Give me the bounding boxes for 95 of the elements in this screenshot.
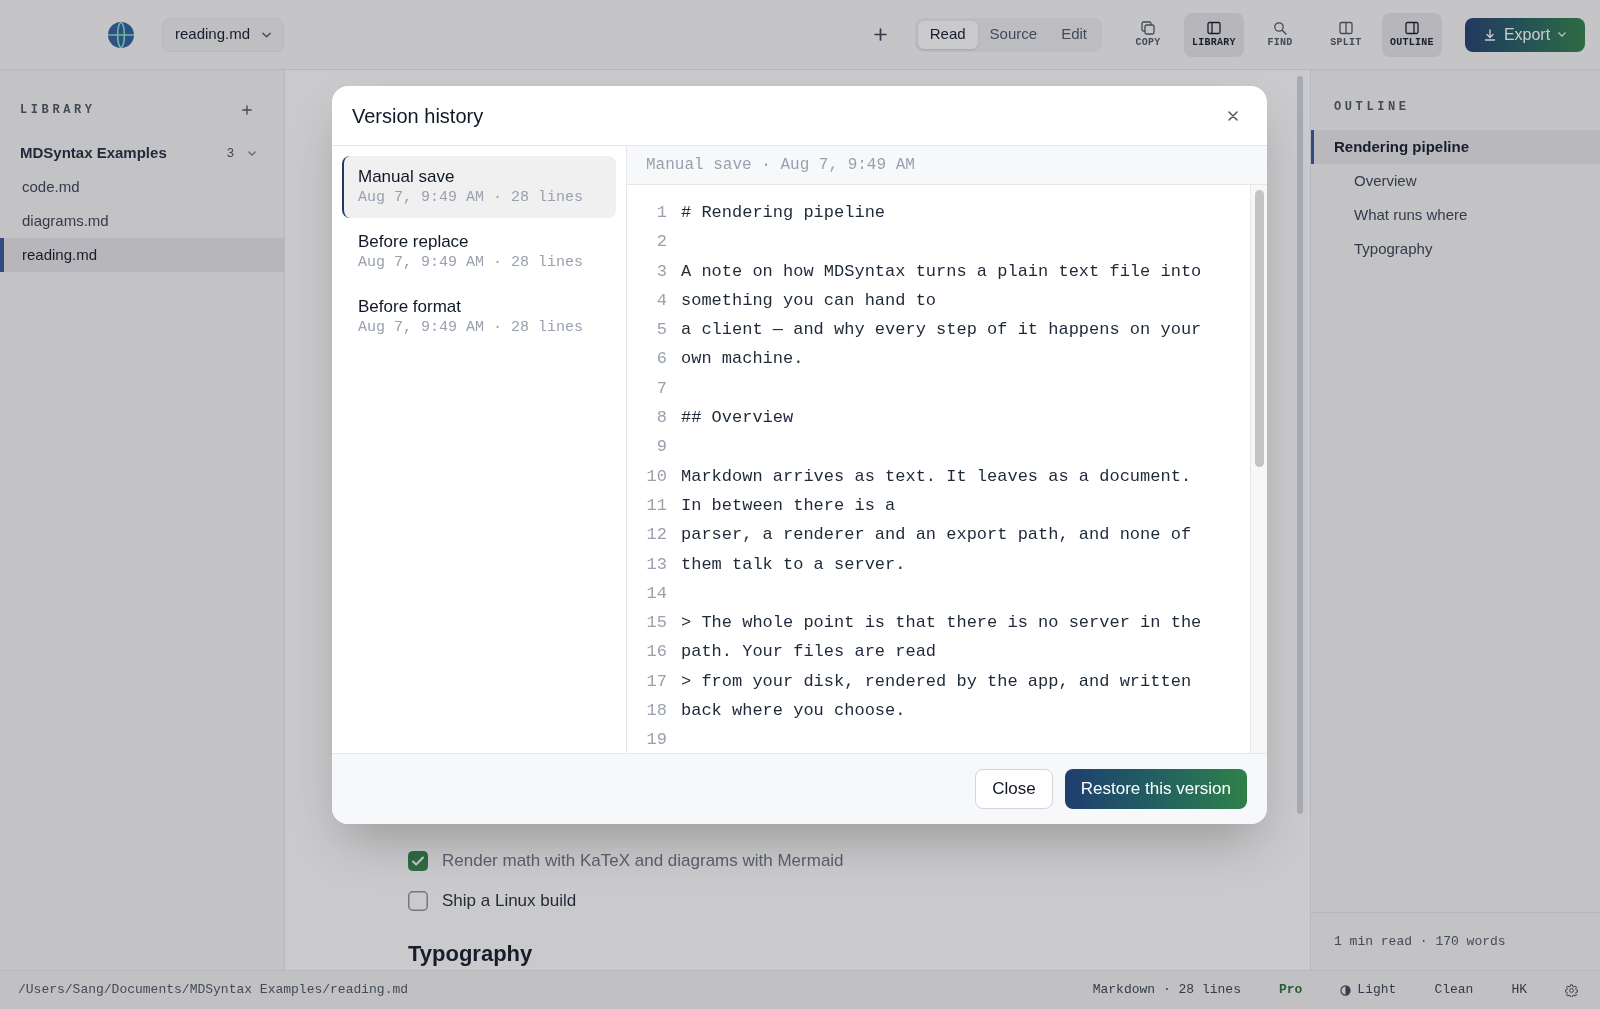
- split-view-icon[interactable]: [1339, 21, 1353, 35]
- code-line: parser, a renderer and an export path, and none of: [681, 524, 1192, 547]
- line-number: 10: [645, 465, 667, 488]
- code-line: ## Overview: [681, 407, 794, 430]
- line-number: 18: [645, 700, 667, 723]
- sidebar-heading: LIBRARY: [20, 102, 96, 119]
- line-number: 13: [645, 553, 667, 576]
- line-number: 5: [655, 319, 667, 342]
- version-item[interactable]: Manual save Aug 7, 9:49 AM · 28 lines: [342, 156, 616, 218]
- version-item[interactable]: Before format Aug 7, 9:49 AM · 28 lines: [342, 286, 616, 348]
- preview-header: Manual save · Aug 7, 9:49 AM: [646, 155, 915, 176]
- toolbar-button[interactable]: SPLIT: [1316, 12, 1376, 57]
- chevron-down-icon[interactable]: [262, 31, 272, 38]
- code-line: path. Your files are read: [681, 641, 937, 664]
- outline-item[interactable]: Rendering pipeline: [1311, 130, 1600, 164]
- code-line: them talk to a server.: [681, 553, 906, 576]
- globe-logo-icon: [106, 19, 136, 50]
- close-icon[interactable]: [1228, 110, 1238, 121]
- version-meta: Aug 7, 9:49 AM · 28 lines: [358, 319, 585, 338]
- code-line: a client — and why every step of it happens on your: [681, 319, 1202, 342]
- version-meta: Aug 7, 9:49 AM · 28 lines: [358, 189, 585, 208]
- line-number: 8: [655, 407, 667, 430]
- export-button[interactable]: Export: [1465, 17, 1585, 52]
- mode-tab[interactable]: Source: [977, 20, 1050, 49]
- code-line: > The whole point is that there is no server in the: [681, 612, 1202, 635]
- sidebar-panel-icon[interactable]: [1207, 21, 1221, 35]
- version-title: Before replace: [358, 231, 470, 253]
- toolbar-button[interactable]: COPY: [1118, 12, 1178, 57]
- code-line: back where you choose.: [681, 700, 906, 723]
- task-text: Ship a Linux build: [442, 890, 577, 913]
- close-button[interactable]: Close: [975, 769, 1053, 809]
- line-number: 4: [655, 289, 667, 312]
- status-text: Clean: [1434, 981, 1474, 1000]
- checkbox[interactable]: [408, 851, 428, 871]
- line-number: 16: [645, 641, 667, 664]
- chevron-icon[interactable]: [248, 150, 256, 156]
- code-line: # Rendering pipeline: [681, 202, 886, 224]
- outline-item[interactable]: What runs where: [1311, 198, 1600, 232]
- line-number: 14: [645, 582, 667, 605]
- scrollbar[interactable]: [1254, 190, 1264, 467]
- line-number: 17: [645, 670, 667, 693]
- status-text: HK: [1511, 981, 1527, 1000]
- document-tab[interactable]: reading.md: [162, 17, 285, 52]
- line-number: 19: [645, 729, 667, 752]
- line-number: 7: [655, 377, 667, 400]
- scrollbar[interactable]: [1297, 76, 1303, 814]
- version-item[interactable]: Before replace Aug 7, 9:49 AM · 28 lines: [342, 221, 616, 283]
- file-item[interactable]: diagrams.md: [0, 204, 284, 238]
- line-number: 2: [655, 231, 667, 254]
- new-tab-plus-icon[interactable]: [873, 28, 887, 41]
- toolbar-button[interactable]: LIBRARY: [1184, 12, 1244, 57]
- file-item[interactable]: code.md: [0, 170, 284, 204]
- version-title: Before format: [358, 296, 462, 318]
- code-line: Markdown arrives as text. It leaves as a document.: [681, 465, 1192, 488]
- right-panel-icon[interactable]: [1405, 21, 1419, 35]
- mode-tab[interactable]: Edit: [1049, 20, 1099, 49]
- line-number: 9: [655, 436, 667, 459]
- outline-item[interactable]: Overview: [1311, 164, 1600, 198]
- copy-icon[interactable]: [1141, 21, 1155, 35]
- theme-toggle[interactable]: Light: [1340, 980, 1397, 1000]
- line-number: 15: [645, 612, 667, 635]
- code-line: own machine.: [681, 348, 804, 371]
- outline-item[interactable]: Typography: [1311, 232, 1600, 266]
- add-plus-icon[interactable]: [242, 105, 252, 115]
- plan-label: Pro: [1278, 981, 1303, 1000]
- dialog-title: Version history: [352, 103, 484, 129]
- download-icon[interactable]: [1483, 28, 1496, 41]
- code-line: In between there is a: [681, 494, 896, 517]
- restore-button[interactable]: Restore this version: [1064, 769, 1247, 809]
- line-number: 6: [655, 348, 667, 371]
- checkbox[interactable]: [408, 891, 428, 911]
- half-circle-icon[interactable]: [1340, 984, 1352, 996]
- version-title: Manual save: [358, 166, 456, 188]
- code-line: something you can hand to: [681, 289, 937, 312]
- line-number: 12: [645, 524, 667, 547]
- section-heading: Typography: [408, 941, 534, 967]
- code-line: > from your disk, rendered by the app, and written: [681, 670, 1192, 693]
- reading-stats: 1 min read · 170 words: [1334, 932, 1506, 951]
- line-number: 3: [655, 260, 667, 283]
- status-text: Markdown · 28 lines: [1092, 981, 1241, 1000]
- mode-tab[interactable]: Read: [917, 20, 978, 49]
- file-item[interactable]: reading.md: [0, 238, 284, 272]
- file-count: 3: [226, 144, 234, 163]
- toolbar-button[interactable]: OUTLINE: [1382, 12, 1442, 57]
- settings-icon[interactable]: [1565, 983, 1578, 997]
- line-number: 11: [645, 494, 667, 517]
- line-number: 1: [655, 202, 667, 224]
- code-line: A note on how MDSyntax turns a plain text file into: [681, 260, 1202, 283]
- search-icon[interactable]: [1273, 21, 1287, 35]
- task-text: Render math with KaTeX and diagrams with Mermaid: [442, 850, 844, 873]
- file-path: /Users/Sang/Documents/MDSyntax Examples/reading.md: [18, 981, 409, 1000]
- toolbar-button[interactable]: FIND: [1250, 12, 1310, 57]
- version-meta: Aug 7, 9:49 AM · 28 lines: [358, 254, 585, 273]
- folder-row[interactable]: MDSyntax Examples 3: [0, 136, 284, 170]
- panel-heading: OUTLINE: [1333, 99, 1411, 116]
